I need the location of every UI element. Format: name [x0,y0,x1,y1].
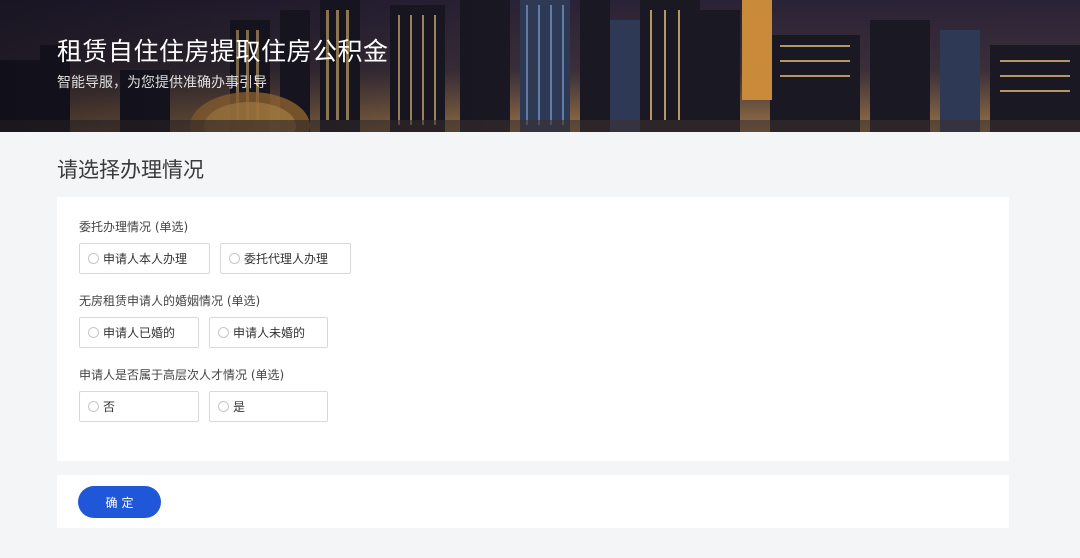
radio-unchecked-icon [218,327,229,338]
header-banner: 租赁自住住房提取住房公积金 智能导服，为您提供准确办事引导 [0,0,1080,132]
option-married[interactable]: 申请人已婚的 [79,317,199,348]
radio-unchecked-icon [88,327,99,338]
options-card: 委托办理情况 (单选) 申请人本人办理 委托代理人办理 无房租赁申请人的婚姻情况… [57,197,1009,461]
section-title: 请选择办理情况 [57,158,204,182]
group-label: 无房租赁申请人的婚姻情况 (单选) [79,294,261,308]
group-label: 委托办理情况 (单选) [79,220,189,234]
option-label: 申请人未婚的 [233,326,306,340]
option-label: 委托代理人办理 [244,252,329,266]
option-label: 申请人已婚的 [103,326,176,340]
group-delegation: 委托办理情况 (单选) 申请人本人办理 委托代理人办理 [79,219,361,274]
option-unmarried[interactable]: 申请人未婚的 [209,317,328,348]
action-bar: 确定 [57,475,1009,528]
option-self-apply[interactable]: 申请人本人办理 [79,243,210,274]
option-no[interactable]: 否 [79,391,199,422]
radio-unchecked-icon [218,401,229,412]
radio-group-delegation: 申请人本人办理 委托代理人办理 [79,243,361,274]
radio-unchecked-icon [88,401,99,412]
group-marital-status: 无房租赁申请人的婚姻情况 (单选) 申请人已婚的 申请人未婚的 [79,293,338,348]
page-title: 租赁自住住房提取住房公积金 [57,37,389,66]
group-label: 申请人是否属于高层次人才情况 (单选) [79,368,285,382]
option-label: 否 [103,400,116,414]
option-label: 申请人本人办理 [103,252,188,266]
group-high-level-talent: 申请人是否属于高层次人才情况 (单选) 否 是 [79,367,338,422]
radio-unchecked-icon [229,253,240,264]
radio-unchecked-icon [88,253,99,264]
option-yes[interactable]: 是 [209,391,328,422]
radio-group-marital-status: 申请人已婚的 申请人未婚的 [79,317,338,348]
radio-group-high-level-talent: 否 是 [79,391,338,422]
option-label: 是 [233,400,246,414]
page-subtitle: 智能导服，为您提供准确办事引导 [57,75,267,91]
confirm-button[interactable]: 确定 [78,486,161,518]
option-agent-apply[interactable]: 委托代理人办理 [220,243,351,274]
